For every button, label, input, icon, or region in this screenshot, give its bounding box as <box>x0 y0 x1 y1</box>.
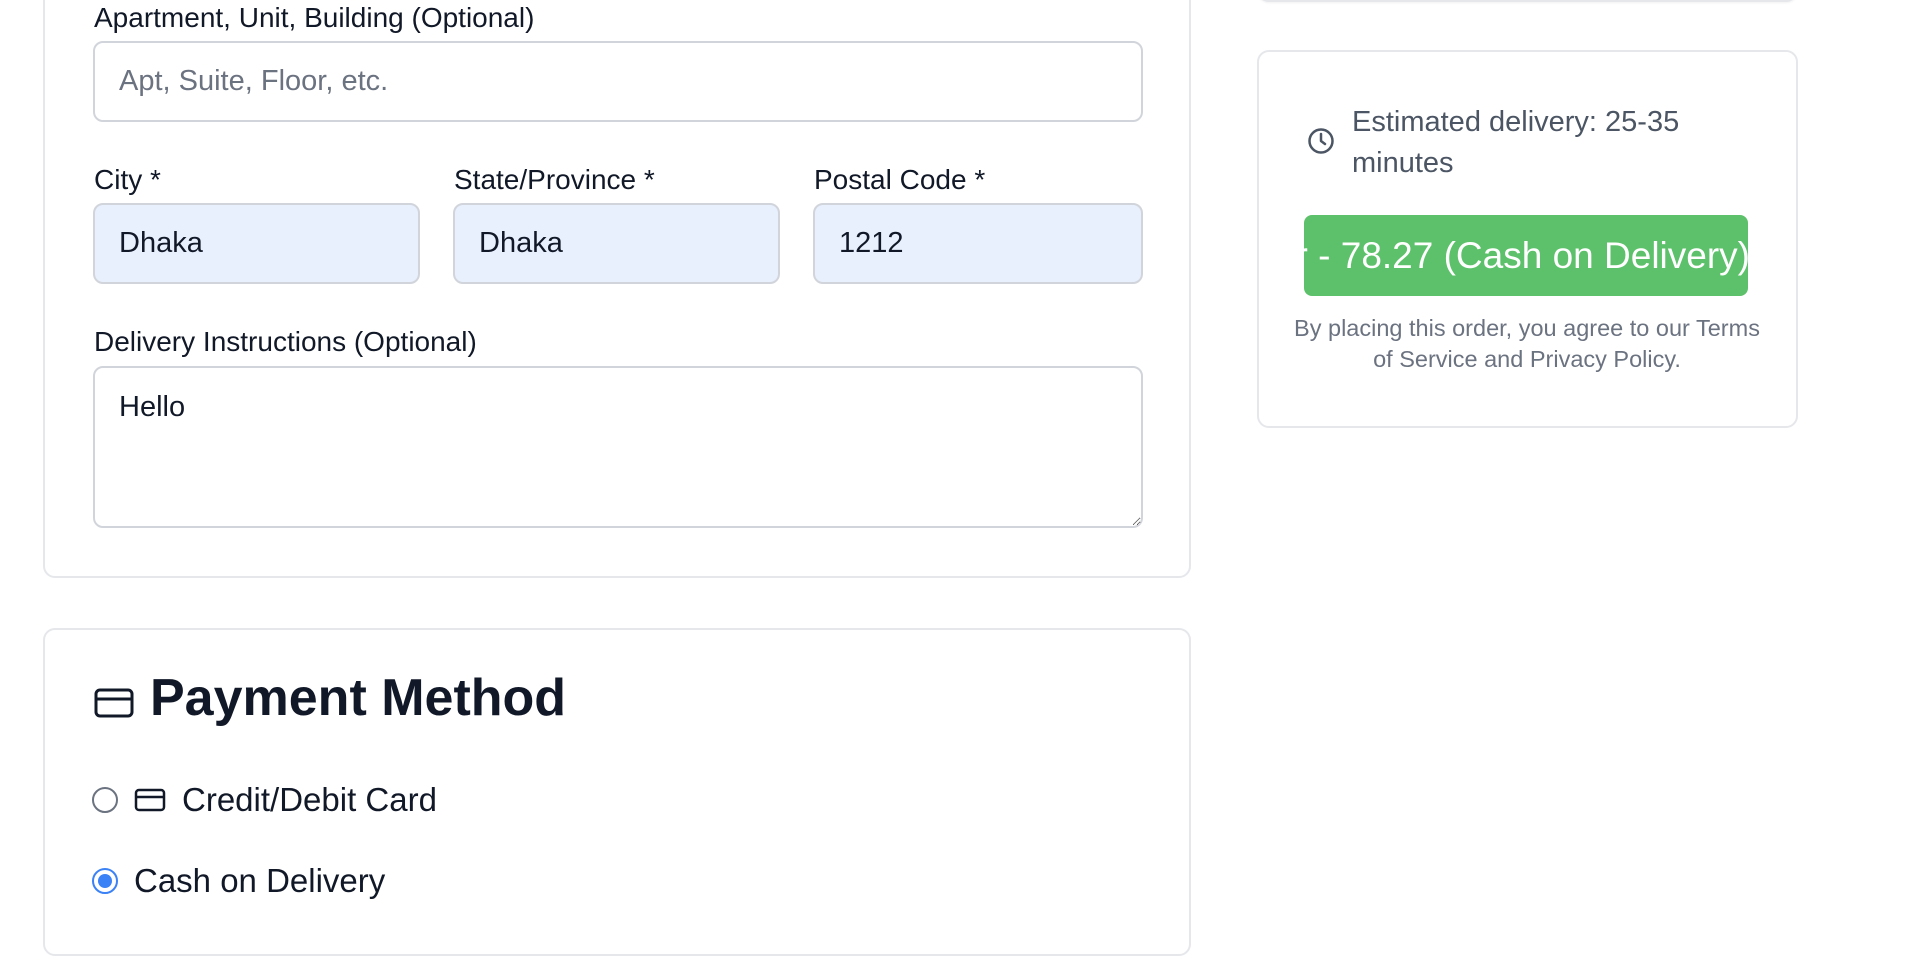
card-radio[interactable] <box>92 787 118 813</box>
delivery-instructions-textarea[interactable] <box>93 366 1143 528</box>
postal-code-label: Postal Code * <box>814 164 986 195</box>
state-label: State/Province * <box>454 164 655 195</box>
city-input[interactable] <box>93 203 420 284</box>
cash-option-label: Cash on Delivery <box>134 862 386 899</box>
delivery-instructions-label: Delivery Instructions (Optional) <box>94 326 477 357</box>
terms-notice: By placing this order, you agree to our … <box>1294 315 1760 372</box>
payment-option-cash[interactable]: Cash on Delivery <box>92 862 385 900</box>
clock-icon <box>1308 128 1334 154</box>
credit-card-icon <box>94 688 134 718</box>
card-option-label: Credit/Debit Card <box>182 781 437 818</box>
cash-radio[interactable] <box>92 868 118 894</box>
delivery-estimate: Estimated delivery: 25-35 minutes <box>1306 102 1722 184</box>
payment-option-card[interactable]: Credit/Debit Card <box>92 781 437 819</box>
credit-card-icon <box>134 788 166 812</box>
state-input[interactable] <box>453 203 780 284</box>
apartment-label: Apartment, Unit, Building (Optional) <box>94 2 535 33</box>
place-order-label: Place Order - 78.27 (Cash on Delivery) <box>1304 235 1748 276</box>
place-order-button[interactable]: Place Order - 78.27 (Cash on Delivery) <box>1304 215 1748 296</box>
order-summary-card <box>1257 0 1798 2</box>
apartment-input[interactable] <box>93 41 1143 122</box>
postal-code-input[interactable] <box>813 203 1143 284</box>
payment-method-title: Payment Method <box>150 669 567 727</box>
city-label: City * <box>94 164 161 195</box>
delivery-estimate-text: Estimated delivery: 25-35 minutes <box>1352 106 1680 179</box>
